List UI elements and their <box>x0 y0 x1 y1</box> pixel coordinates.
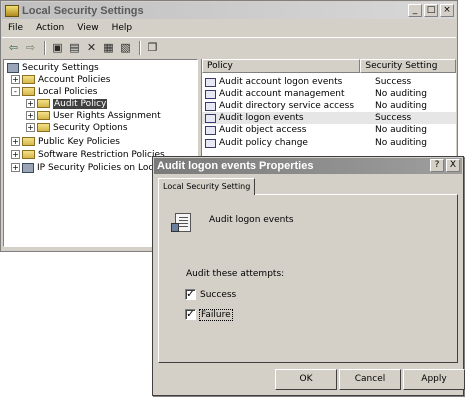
list-row[interactable]: Audit directory service access No auditi… <box>202 100 456 112</box>
help-icon[interactable]: ❐ <box>145 41 160 55</box>
list-row[interactable]: Audit policy change No auditing <box>202 137 456 149</box>
success-checkbox[interactable]: ✓ <box>185 289 196 300</box>
folder-icon <box>22 75 35 84</box>
folder-icon <box>37 111 50 120</box>
policy-icon <box>205 138 216 148</box>
main-titlebar[interactable]: Local Security Settings _ □ × <box>2 2 456 19</box>
menu-action[interactable]: Action <box>36 23 64 33</box>
policy-name-label: Audit logon events <box>209 215 294 225</box>
list-row-selected[interactable]: Audit logon events Success <box>202 112 456 124</box>
policy-icon <box>205 113 216 123</box>
menu-bar: File Action View Help <box>2 20 456 36</box>
maximize-button[interactable]: □ <box>424 4 438 17</box>
menu-help[interactable]: Help <box>112 23 133 33</box>
forward-arrow-icon[interactable]: ⇨ <box>23 41 38 55</box>
tree-item-software-restriction-policies[interactable]: + Software Restriction Policies <box>11 149 165 160</box>
properties-icon[interactable]: ▦ <box>101 41 116 55</box>
policy-icon <box>205 77 216 87</box>
list-row[interactable]: Audit object access No auditing <box>202 124 456 136</box>
expand-icon[interactable]: + <box>26 99 35 108</box>
up-folder-icon[interactable]: ▣ <box>50 41 65 55</box>
window-title: Local Security Settings <box>22 4 144 17</box>
list-row[interactable]: Audit account logon events Success <box>202 76 456 88</box>
tree-item-local-policies[interactable]: - Local Policies <box>11 86 97 97</box>
list-row[interactable]: Audit account management No auditing <box>202 88 456 100</box>
security-app-icon <box>5 4 19 17</box>
tree-item-public-key-policies[interactable]: + Public Key Policies <box>11 136 120 147</box>
delete-icon[interactable]: ✕ <box>84 41 99 55</box>
tree-item-user-rights-assignment[interactable]: + User Rights Assignment <box>26 110 161 121</box>
back-arrow-icon[interactable]: ⇦ <box>6 41 21 55</box>
folder-open-icon <box>22 87 35 96</box>
success-checkbox-label: Success <box>200 289 237 300</box>
expand-icon[interactable]: + <box>11 150 20 159</box>
folder-icon <box>37 123 50 132</box>
tab-local-security-setting[interactable]: Local Security Setting <box>158 178 256 195</box>
policy-icon <box>205 101 216 111</box>
expand-icon[interactable]: + <box>26 111 35 120</box>
success-checkbox-row[interactable]: ✓ Success <box>185 289 236 300</box>
security-settings-icon <box>7 62 19 73</box>
tree-item-audit-policy[interactable]: + Audit Policy <box>26 98 108 109</box>
failure-checkbox-row[interactable]: ✓ Failure <box>185 308 233 321</box>
ip-security-icon <box>22 162 34 173</box>
toolbar: ⇦ ⇨ ▣ ▤ ✕ ▦ ▧ ❐ <box>2 37 456 57</box>
column-header-policy[interactable]: Policy <box>202 59 361 73</box>
failure-checkbox[interactable]: ✓ <box>185 309 196 320</box>
folder-icon <box>37 99 50 108</box>
show-tree-icon[interactable]: ▤ <box>67 41 82 55</box>
tree-root[interactable]: Security Settings <box>7 62 99 73</box>
policy-document-icon <box>171 213 195 233</box>
expand-icon[interactable]: + <box>11 75 20 84</box>
collapse-icon[interactable]: - <box>11 87 20 96</box>
dialog-title: Audit logon events Properties <box>157 160 314 172</box>
audit-attempts-label: Audit these attempts: <box>186 269 285 279</box>
expand-icon[interactable]: + <box>11 137 20 146</box>
list-header: Policy Security Setting <box>202 59 456 73</box>
folder-icon <box>22 150 35 159</box>
column-header-security-setting[interactable]: Security Setting <box>360 59 456 73</box>
dialog-titlebar[interactable]: Audit logon events Properties ? X <box>154 158 462 174</box>
failure-checkbox-label: Failure <box>199 308 233 321</box>
policy-icon <box>205 125 216 135</box>
folder-icon <box>22 137 35 146</box>
dialog-help-button[interactable]: ? <box>430 159 444 172</box>
tree-item-security-options[interactable]: + Security Options <box>26 122 128 133</box>
expand-icon[interactable]: + <box>26 123 35 132</box>
menu-view[interactable]: View <box>77 23 98 33</box>
cancel-button[interactable]: Cancel <box>339 369 401 390</box>
tree-item-account-policies[interactable]: + Account Policies <box>11 74 111 85</box>
expand-icon[interactable]: + <box>11 163 20 172</box>
ok-button[interactable]: OK <box>275 369 337 390</box>
export-icon[interactable]: ▧ <box>118 41 133 55</box>
apply-button[interactable]: Apply <box>403 369 465 390</box>
menu-file[interactable]: File <box>8 23 23 33</box>
minimize-button[interactable]: _ <box>408 4 422 17</box>
policy-icon <box>205 89 216 99</box>
dialog-close-button[interactable]: X <box>446 159 460 172</box>
close-button[interactable]: × <box>440 4 454 17</box>
tab-panel: Audit logon events Audit these attempts:… <box>158 194 458 363</box>
audit-logon-events-properties-dialog: Audit logon events Properties ? X Local … <box>152 156 465 396</box>
